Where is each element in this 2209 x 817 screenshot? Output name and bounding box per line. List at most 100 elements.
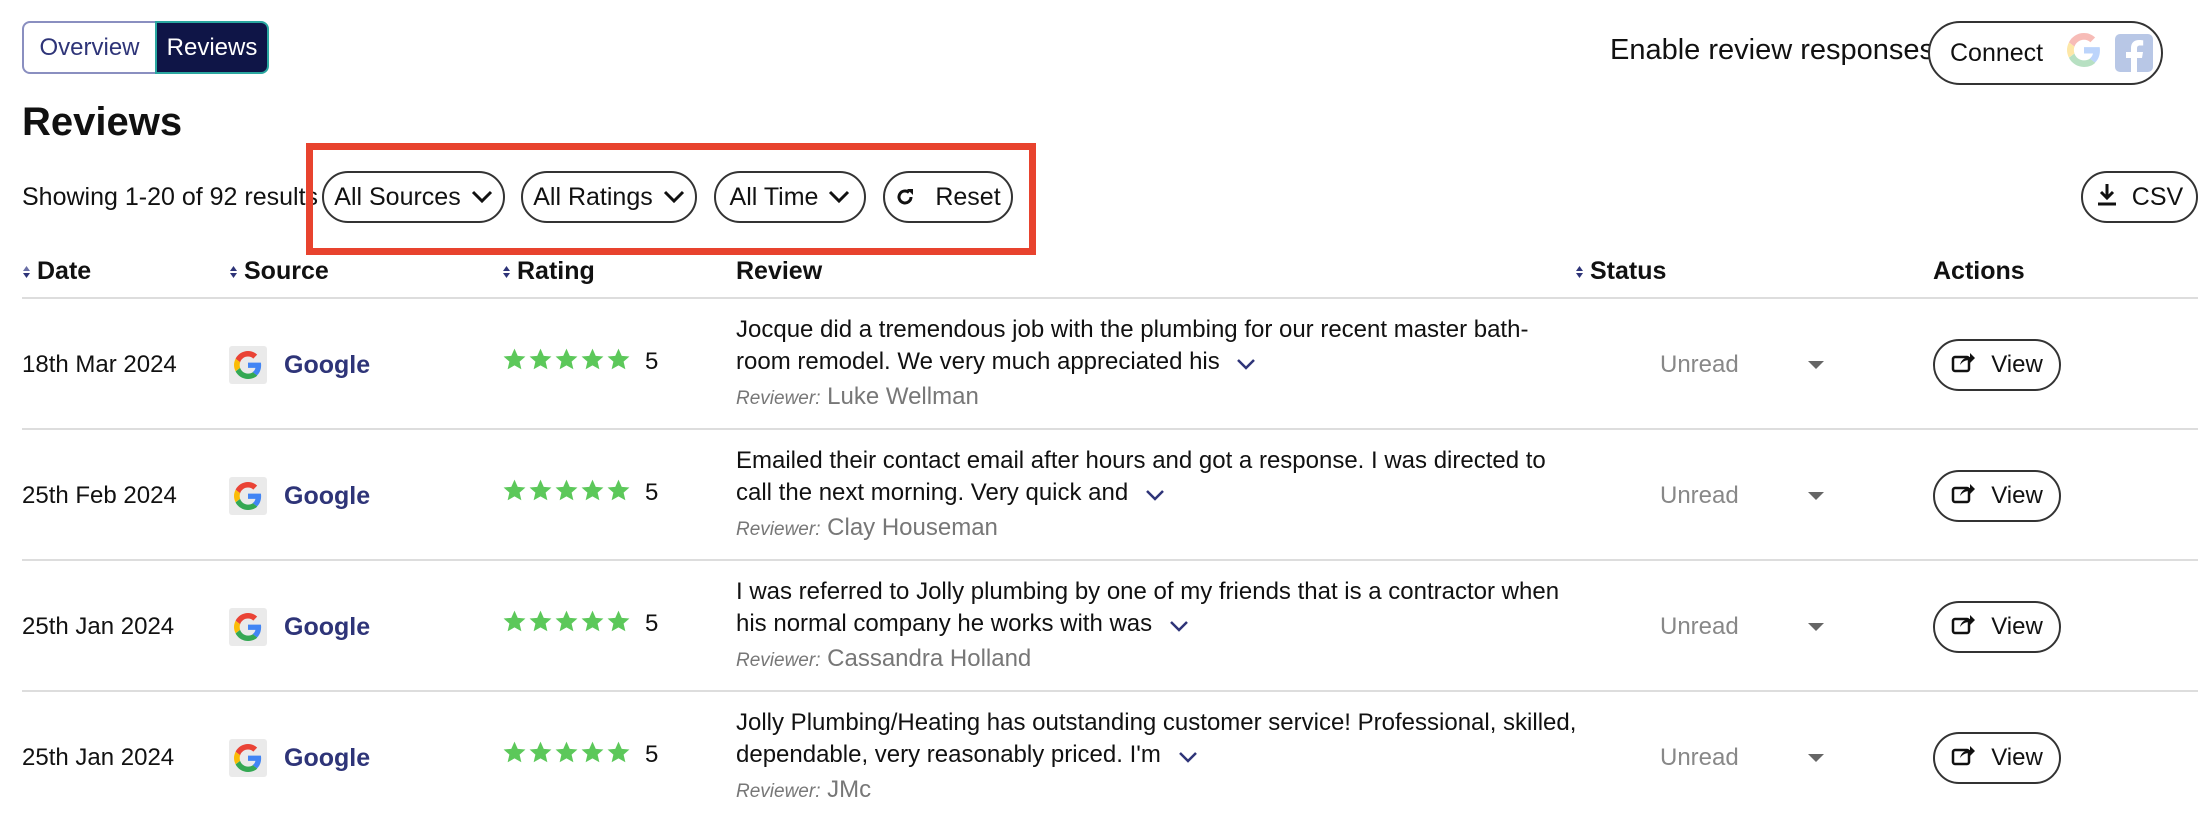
google-icon (229, 739, 267, 777)
row-divider (22, 559, 2198, 561)
reviewer-name: Cassandra Holland (827, 644, 1032, 672)
star-rating (502, 740, 631, 770)
column-header-date[interactable]: Date (22, 257, 91, 286)
row-divider (22, 690, 2198, 692)
review-source: Google (229, 346, 370, 384)
source-filter-label: All Sources (334, 182, 461, 211)
reviewer-line: Reviewer: Cassandra Holland (736, 645, 1596, 673)
reviewer-prefix: Reviewer: (736, 649, 821, 671)
sort-icon (229, 257, 238, 286)
review-text-block: Jocque did a tremendous job with the plu… (736, 314, 1596, 411)
review-source: Google (229, 608, 370, 646)
status-select[interactable]: Unread (1660, 351, 1739, 379)
review-text-line1: Emailed their contact email after hours … (736, 447, 1546, 474)
caret-down-icon[interactable] (1808, 754, 1824, 762)
review-text-block: Jolly Plumbing/Heating has outstanding c… (736, 707, 1596, 804)
review-rating: 5 (502, 347, 658, 377)
star-icon (528, 609, 553, 639)
review-date: 25th Jan 2024 (22, 613, 175, 640)
results-count: Showing 1-20 of 92 results (22, 183, 319, 211)
star-icon (554, 478, 579, 508)
star-icon (580, 740, 605, 770)
actions-header-label: Actions (1933, 257, 2025, 285)
status-select[interactable]: Unread (1660, 482, 1739, 510)
tab-overview[interactable]: Overview (22, 21, 155, 74)
rating-filter-dropdown[interactable]: All Ratings (521, 171, 697, 223)
column-header-actions: Actions (1933, 257, 2025, 286)
expand-chevron-icon[interactable] (1145, 478, 1165, 510)
source-name: Google (284, 743, 371, 772)
review-source: Google (229, 477, 370, 515)
star-icon (580, 478, 605, 508)
reviewer-name: JMc (827, 775, 872, 803)
review-date: 25th Jan 2024 (22, 744, 175, 771)
rating-value: 5 (645, 479, 659, 506)
column-header-rating[interactable]: Rating (502, 257, 595, 286)
star-icon (528, 740, 553, 770)
column-header-source[interactable]: Source (229, 257, 329, 286)
review-rating: 5 (502, 478, 658, 508)
star-icon (554, 347, 579, 377)
row-divider (22, 428, 2198, 430)
time-filter-dropdown[interactable]: All Time (714, 171, 866, 223)
google-icon (2067, 32, 2101, 74)
view-button[interactable]: View (1933, 601, 2061, 653)
tab-reviews[interactable]: Reviews (155, 21, 269, 74)
star-rating (502, 478, 631, 508)
expand-chevron-icon[interactable] (1236, 347, 1256, 379)
caret-down-icon[interactable] (1808, 623, 1824, 631)
star-icon (554, 609, 579, 639)
review-rating: 5 (502, 740, 658, 770)
review-date: 18th Mar 2024 (22, 351, 177, 378)
header-divider (22, 297, 2198, 299)
view-button[interactable]: View (1933, 339, 2061, 391)
sort-icon (1575, 257, 1584, 286)
google-icon (229, 477, 267, 515)
google-icon (229, 608, 267, 646)
view-tabs: Overview Reviews (22, 21, 269, 74)
refresh-icon (895, 187, 915, 207)
connect-button[interactable]: Connect (1928, 21, 2163, 85)
review-text-block: I was referred to Jolly plumbing by one … (736, 576, 1596, 673)
rating-value: 5 (645, 610, 659, 637)
review-text-line2: his normal company he works with was (736, 610, 1153, 637)
review-text-line2: dependable, very reasonably priced. I'm (736, 741, 1161, 768)
review-text-line1: Jocque did a tremendous job with the plu… (736, 316, 1529, 343)
csv-label: CSV (2131, 182, 2184, 211)
view-label: View (1991, 351, 2043, 378)
rating-value: 5 (645, 741, 659, 768)
review-date: 25th Feb 2024 (22, 482, 177, 509)
star-icon (606, 740, 631, 770)
expand-chevron-icon[interactable] (1169, 609, 1189, 641)
share-icon (1951, 744, 1976, 773)
status-select[interactable]: Unread (1660, 613, 1739, 641)
source-filter-dropdown[interactable]: All Sources (322, 171, 505, 223)
google-icon (229, 346, 267, 384)
page-title: Reviews (22, 100, 183, 144)
download-icon (2096, 182, 2118, 213)
review-text: I was referred to Jolly plumbing by one … (736, 576, 1596, 641)
review-text-line1: I was referred to Jolly plumbing by one … (736, 578, 1560, 605)
view-button[interactable]: View (1933, 732, 2061, 784)
star-icon (528, 347, 553, 377)
reviewer-line: Reviewer: JMc (736, 776, 1596, 804)
caret-down-icon[interactable] (1808, 492, 1824, 500)
review-rating: 5 (502, 609, 658, 639)
star-rating (502, 347, 631, 377)
caret-down-icon[interactable] (1808, 361, 1824, 369)
view-button[interactable]: View (1933, 470, 2061, 522)
reset-button[interactable]: Reset (883, 171, 1013, 223)
csv-download-button[interactable]: CSV (2081, 171, 2198, 223)
facebook-icon (2115, 34, 2154, 72)
star-icon (528, 478, 553, 508)
star-rating (502, 609, 631, 639)
reviewer-prefix: Reviewer: (736, 518, 821, 540)
source-header-label: Source (244, 257, 329, 285)
sort-icon (22, 257, 31, 286)
column-header-status[interactable]: Status (1575, 257, 1666, 286)
share-icon (1951, 482, 1976, 511)
review-text: Emailed their contact email after hours … (736, 445, 1596, 510)
expand-chevron-icon[interactable] (1178, 740, 1198, 772)
status-header-label: Status (1590, 257, 1667, 285)
status-select[interactable]: Unread (1660, 744, 1739, 772)
